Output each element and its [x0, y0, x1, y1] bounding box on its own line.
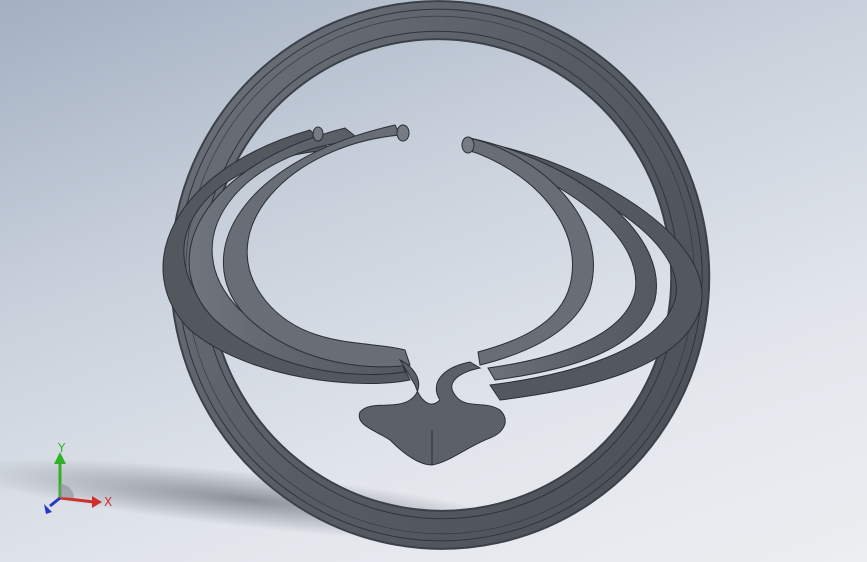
- y-axis-label: Y: [57, 441, 66, 455]
- reference-triad: Y X: [44, 441, 112, 514]
- x-axis-label: X: [104, 495, 112, 509]
- triad-origin-wedge: [60, 484, 74, 498]
- x-axis-arrow: [92, 496, 102, 508]
- graphics-viewport[interactable]: Y X: [0, 0, 867, 562]
- z-axis-line: [49, 496, 61, 508]
- x-axis-line: [59, 496, 95, 504]
- model-scene[interactable]: [0, 0, 867, 562]
